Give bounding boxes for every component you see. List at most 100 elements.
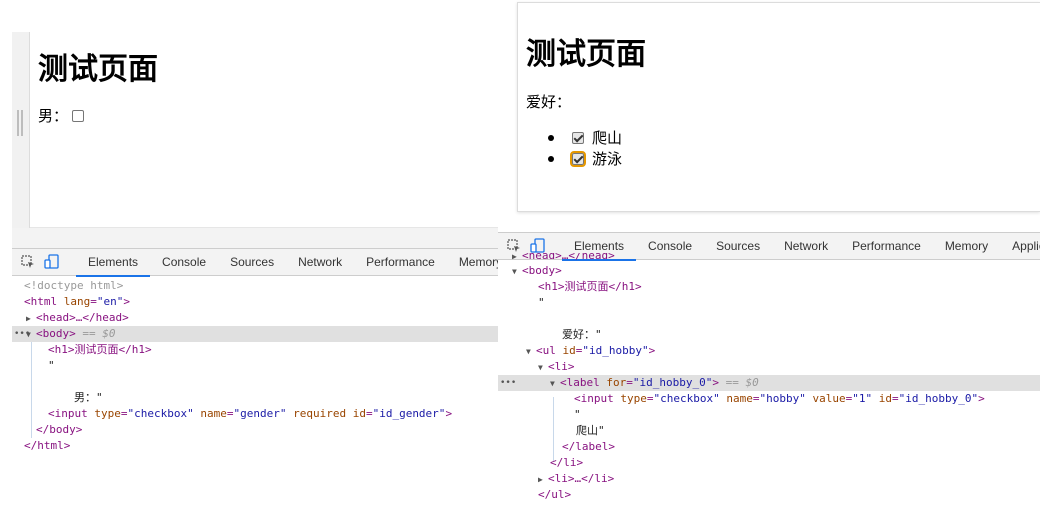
tree-node-text[interactable]: 爱好：" [498, 327, 1040, 343]
attr-name: for [606, 376, 627, 389]
viewport-bottom-band [12, 228, 498, 248]
attr-name: id [878, 392, 892, 405]
text-quote: " [48, 359, 55, 372]
tree-node-html-close[interactable]: </html> [12, 438, 498, 454]
selection-marker: == $0 [82, 327, 116, 340]
hobby-list: 爬山 游泳 [548, 127, 622, 169]
tab-sources[interactable]: Sources [218, 249, 286, 276]
more-options-icon[interactable]: ••• [14, 326, 30, 342]
tree-blank [498, 311, 1040, 327]
expand-arrow-icon[interactable]: ▶ [538, 472, 548, 488]
lang-value: "en" [96, 295, 124, 308]
tree-node-li-collapsed[interactable]: ▶ <li>…</li> [498, 471, 1040, 487]
attr-name: name [200, 407, 227, 420]
body-tag: <body> [36, 327, 76, 340]
body-tag: <body> [522, 264, 562, 277]
text-node: 爬山" [576, 424, 605, 437]
tree-blank [12, 374, 498, 390]
text-node: 男：" [74, 391, 103, 404]
text-node: 爱好：" [562, 328, 602, 341]
tree-node-body[interactable]: ••• ▼ <body> == $0 [12, 326, 498, 342]
attr-value: "id_hobby_0" [898, 392, 979, 405]
devtools-toolbar: Elements Console Sources Network Perform… [12, 248, 498, 277]
attr-name: value [812, 392, 846, 405]
tree-node-html[interactable]: <html lang="en"> [12, 294, 498, 310]
gender-label: 男： [38, 107, 69, 125]
input-tag: <input [574, 392, 614, 405]
expand-arrow-icon[interactable]: ▶ [512, 253, 522, 261]
attr-value: "id_hobby_0" [632, 376, 713, 389]
attr-name: type [620, 392, 647, 405]
attr-name: id [562, 344, 576, 357]
tree-node-body[interactable]: ▼ <body> [498, 263, 1040, 279]
page-viewport: 测试页面 爱好： 爬山 游泳 [517, 2, 1040, 212]
tab-elements[interactable]: Elements [76, 249, 151, 277]
tree-node-li[interactable]: ▼ <li> [498, 359, 1040, 375]
bullet-icon [548, 155, 554, 162]
text-quote: " [574, 408, 581, 421]
tree-node-doctype[interactable]: <!doctype html> [12, 278, 498, 294]
tree-node-head[interactable]: ▶ <head>…</head> [498, 253, 1040, 263]
attr-value: "checkbox" [653, 392, 720, 405]
html-tag: <html [24, 295, 58, 308]
hobby-checkbox-climbing[interactable] [572, 131, 584, 144]
collapse-arrow-icon[interactable]: ▼ [526, 344, 536, 360]
ul-close-tag: </ul> [538, 488, 572, 501]
collapse-arrow-icon[interactable]: ▼ [512, 264, 522, 280]
tab-memory[interactable]: Memory [447, 249, 498, 276]
gender-field: 男： [38, 105, 85, 126]
hobby-checkbox-swimming[interactable] [570, 150, 586, 167]
tree-node-head[interactable]: ▶ <head>…</head> [12, 310, 498, 326]
tab-console[interactable]: Console [150, 249, 218, 276]
attr-value: "checkbox" [127, 407, 194, 420]
tree-node-text-quote[interactable]: " [498, 295, 1040, 311]
attr-name: id [352, 407, 366, 420]
collapse-arrow-icon[interactable]: ▼ [550, 376, 560, 392]
resize-grip-icon[interactable] [17, 110, 23, 136]
attr-value: "id_hobby" [582, 344, 649, 357]
more-options-icon[interactable]: ••• [500, 375, 516, 391]
list-item: 爬山 [548, 127, 622, 148]
tree-node-li-close[interactable]: </li> [498, 455, 1040, 471]
tree-node-text-quote-2[interactable]: " [498, 407, 1040, 423]
tree-node-ul[interactable]: ▼ <ul id="id_hobby"> [498, 343, 1040, 359]
tree-node-text-2[interactable]: 爬山" [498, 423, 1040, 439]
tree-node-text-quote[interactable]: " [12, 358, 498, 374]
body-close-tag: </body> [36, 423, 83, 436]
inspect-icon[interactable] [20, 254, 36, 270]
tree-node-h1[interactable]: <h1>测试页面</h1> [498, 279, 1040, 295]
page-title: 测试页面 [526, 37, 646, 72]
head-tag: <head>…</head> [522, 253, 615, 262]
attr-value: "gender" [233, 407, 287, 420]
tree-node-label[interactable]: ••• ▼ <label for="id_hobby_0"> == $0 [498, 375, 1040, 391]
h1-tag: <h1>测试页面</h1> [538, 280, 642, 293]
tree-node-input[interactable]: <input type="checkbox" name="hobby" valu… [498, 391, 1040, 407]
li-tag: <li>…</li> [548, 472, 615, 485]
gender-checkbox[interactable] [72, 109, 85, 122]
inspect-icon[interactable] [506, 238, 522, 254]
lang-attr: lang [63, 295, 91, 308]
bullet-icon [548, 134, 554, 141]
tree-node-label-close[interactable]: </label> [498, 439, 1040, 455]
attr-name: type [94, 407, 121, 420]
tree-node-text[interactable]: 男：" [12, 390, 498, 406]
left-devtools-screenshot: 测试页面 男： Elements Console Sources Network… [0, 0, 498, 510]
label-tag: <label [560, 376, 600, 389]
expand-arrow-icon[interactable]: ▶ [26, 311, 36, 327]
page-title: 测试页面 [38, 52, 158, 87]
page-viewport: 测试页面 男： [30, 32, 498, 228]
device-toggle-icon[interactable] [530, 238, 546, 254]
list-item: 游泳 [548, 148, 622, 169]
tab-performance[interactable]: Performance [354, 249, 447, 276]
collapse-arrow-icon[interactable]: ▼ [538, 360, 548, 376]
tree-node-input[interactable]: <input type="checkbox" name="gender" req… [12, 406, 498, 422]
elements-tree: ▶ <head>…</head> ▼ <body> <h1>测试页面</h1> " … [498, 253, 1040, 503]
tree-node-body-close[interactable]: </body> [12, 422, 498, 438]
tree-node-ul-close[interactable]: </ul> [498, 487, 1040, 503]
tab-network[interactable]: Network [286, 249, 354, 276]
hobby-item-label: 游泳 [592, 150, 623, 168]
hobby-item-label: 爬山 [592, 129, 623, 147]
viewport-resize-gutter[interactable] [12, 32, 30, 228]
device-toggle-icon[interactable] [44, 254, 60, 270]
tree-node-h1[interactable]: <h1>测试页面</h1> [12, 342, 498, 358]
